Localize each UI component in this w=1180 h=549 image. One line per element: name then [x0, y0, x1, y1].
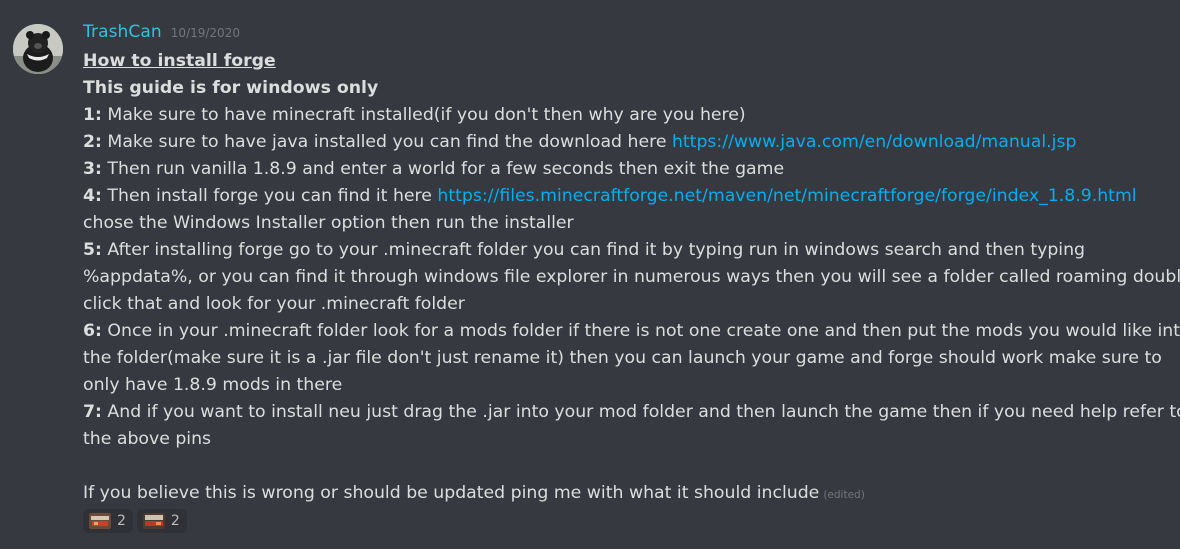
step-1: 1: Make sure to have minecraft installed… [83, 102, 1158, 129]
step-text: After installing forge go to your .minec… [101, 240, 1086, 260]
step-2: 2: Make sure to have java installed you … [83, 129, 1158, 156]
step-number: 3: [83, 159, 102, 179]
custom-emoji-icon [142, 513, 165, 529]
step-text-continued: %appdata%, or you can find it through wi… [83, 267, 1180, 287]
step-text-continued: the above pins [83, 429, 212, 449]
step-4: 4: Then install forge you can find it he… [83, 183, 1158, 210]
step-number: 7: [83, 402, 102, 422]
step-5: 5: After installing forge go to your .mi… [83, 237, 1158, 264]
guide-title: How to install forge [83, 51, 276, 71]
step-text: Make sure to have java installed you can… [101, 132, 672, 152]
edited-label: (edited) [823, 489, 865, 501]
step-text: And if you want to install neu just drag… [101, 402, 1180, 422]
chat-message: TrashCan 10/19/2020 How to install forge… [0, 0, 1180, 549]
footer-text: If you believe this is wrong or should b… [83, 483, 820, 503]
guide-subtitle: This guide is for windows only [83, 78, 379, 98]
step-number: 6: [83, 321, 102, 341]
step-7: 7: And if you want to install neu just d… [83, 399, 1180, 426]
step-number: 2: [83, 132, 102, 152]
custom-emoji-icon [89, 513, 111, 529]
user-avatar[interactable] [13, 24, 63, 74]
step-number: 1: [83, 105, 102, 125]
step-number: 4: [83, 186, 102, 206]
step-3: 3: Then run vanilla 1.8.9 and enter a wo… [83, 156, 1158, 183]
step-text: Once in your .minecraft folder look for … [101, 321, 1180, 341]
step-text: Then run vanilla 1.8.9 and enter a world… [101, 159, 785, 179]
message-header: TrashCan 10/19/2020 [83, 22, 240, 46]
step-text-continued: the folder(make sure it is a .jar file d… [83, 348, 1162, 368]
reaction-button[interactable]: 2 [83, 509, 133, 533]
step-6: 6: Once in your .minecraft folder look f… [83, 318, 1180, 345]
java-download-link[interactable]: https://www.java.com/en/download/manual.… [672, 132, 1076, 152]
step-text-continued: only have 1.8.9 mods in there [83, 375, 343, 395]
step-text-continued: click that and look for your .minecraft … [83, 294, 465, 314]
step-text: Then install forge you can find it here [101, 186, 438, 206]
step-text: Make sure to have minecraft installed(if… [101, 105, 746, 125]
reaction-count: 2 [117, 513, 126, 529]
forge-download-link[interactable]: https://files.minecraftforge.net/maven/n… [437, 186, 1136, 206]
reactions-bar: 2 2 [83, 509, 187, 533]
avatar-image [13, 24, 63, 74]
step-text-continued: chose the Windows Installer option then … [83, 213, 574, 233]
reaction-button[interactable]: 2 [136, 509, 187, 533]
message-content: How to install forge This guide is for w… [83, 48, 1180, 507]
reaction-count: 2 [170, 513, 180, 529]
author-name[interactable]: TrashCan [83, 22, 162, 42]
step-number: 5: [83, 240, 102, 260]
message-timestamp: 10/19/2020 [170, 26, 240, 40]
